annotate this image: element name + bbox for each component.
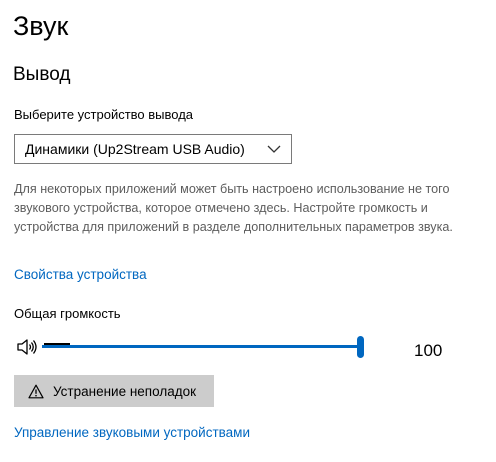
volume-slider-thumb[interactable]	[357, 336, 364, 358]
master-volume-label: Общая громкость	[14, 306, 121, 321]
chevron-down-icon	[267, 145, 281, 153]
troubleshoot-button[interactable]: Устранение неполадок	[14, 375, 214, 407]
speaker-volume-icon[interactable]	[16, 337, 38, 357]
troubleshoot-button-label: Устранение неполадок	[53, 383, 197, 399]
output-device-label: Выберите устройство вывода	[14, 107, 194, 122]
manage-sound-devices-link[interactable]: Управление звуковыми устройствами	[14, 424, 250, 442]
output-device-selected-value: Динамики (Up2Stream USB Audio)	[25, 141, 245, 157]
master-volume-slider[interactable]	[42, 336, 364, 358]
output-section-title: Вывод	[13, 64, 71, 85]
device-properties-link[interactable]: Свойства устройства	[14, 266, 147, 284]
output-description: Для некоторых приложений может быть наст…	[14, 182, 453, 234]
warning-icon	[28, 384, 44, 398]
page-title: Звук	[13, 11, 69, 41]
volume-value: 100	[414, 341, 443, 360]
volume-slider-fill	[42, 345, 360, 348]
volume-peak-meter	[44, 343, 70, 345]
output-device-dropdown[interactable]: Динамики (Up2Stream USB Audio)	[14, 134, 292, 164]
